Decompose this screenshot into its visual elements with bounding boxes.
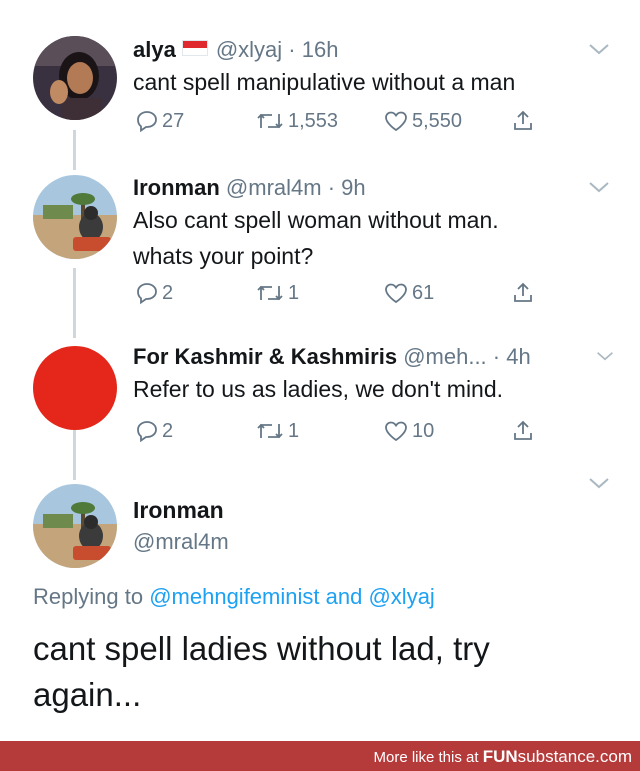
share-button[interactable] xyxy=(511,281,538,305)
retweet-count: 1 xyxy=(288,281,300,304)
tweet-text-line: whats your point? xyxy=(133,243,314,269)
display-name[interactable]: Ironman xyxy=(133,497,224,524)
replying-to: Replying to @mehngifeminist and @xlyaj xyxy=(33,584,435,610)
reply-icon xyxy=(137,111,157,133)
tweet-text-line: Refer to us as ladies, we don't mind. xyxy=(133,376,504,402)
chevron-down-icon[interactable] xyxy=(588,180,610,194)
tweet-text-line: Also cant spell woman without man. xyxy=(133,207,499,233)
share-icon xyxy=(514,110,532,130)
reply-icon xyxy=(137,421,157,443)
tweet-header: Ironman @mral4m · 9h xyxy=(133,175,366,201)
share-button[interactable] xyxy=(511,109,538,133)
indonesia-flag-icon xyxy=(181,40,208,56)
timestamp[interactable]: · 16h xyxy=(288,37,338,62)
retweet-icon xyxy=(257,285,283,301)
tweet-actions: 27 1,553 5,550 xyxy=(135,109,535,139)
display-name[interactable]: For Kashmir & Kashmiris xyxy=(133,344,397,369)
avatar[interactable] xyxy=(33,175,117,259)
chevron-down-icon[interactable] xyxy=(596,349,614,363)
mention-link[interactable]: @mehngifeminist xyxy=(149,584,319,609)
retweet-count: 1,553 xyxy=(288,109,339,132)
watermark-brand-rest: substance.com xyxy=(517,747,632,766)
retweet-button[interactable]: 1,553 xyxy=(255,109,338,133)
tweet-text: Also cant spell woman without man. whats… xyxy=(133,202,499,274)
timestamp[interactable]: · 9h xyxy=(328,175,366,200)
tweet-text-line: cant spell manipulative without a man xyxy=(133,69,516,95)
reply-icon xyxy=(137,283,157,305)
timestamp[interactable]: · 4h xyxy=(493,344,531,369)
tweet-header: alya @xlyaj · 16h xyxy=(133,37,338,63)
retweet-button[interactable]: 1 xyxy=(255,419,299,443)
retweet-icon xyxy=(257,113,283,129)
reply-count: 2 xyxy=(162,281,174,304)
tweet-text: Refer to us as ladies, we don't mind. xyxy=(133,371,503,407)
display-name[interactable]: alya xyxy=(133,37,176,62)
avatar[interactable] xyxy=(33,484,117,568)
watermark-brand: FUN xyxy=(482,747,518,766)
tweet-text: cant spell manipulative without a man xyxy=(133,64,515,100)
like-count: 61 xyxy=(412,281,435,304)
watermark-prefix: More like this at xyxy=(373,749,479,766)
user-handle[interactable]: @meh... xyxy=(403,344,486,369)
tweet-actions: 2 1 10 xyxy=(135,419,535,449)
avatar[interactable] xyxy=(33,36,117,120)
avatar[interactable] xyxy=(33,346,117,430)
tweet-text: cant spell ladies without lad, try again… xyxy=(33,630,490,713)
heart-icon xyxy=(385,111,407,132)
reply-count: 27 xyxy=(162,109,185,132)
share-button[interactable] xyxy=(511,419,538,443)
like-count: 5,550 xyxy=(412,109,463,132)
user-handle[interactable]: @xlyaj xyxy=(216,37,282,62)
like-count: 10 xyxy=(412,419,435,442)
thread-connector xyxy=(73,430,76,480)
retweet-button[interactable]: 1 xyxy=(255,281,299,305)
replying-and[interactable]: and xyxy=(326,584,363,609)
reply-button[interactable]: 27 xyxy=(135,109,184,133)
thread-connector xyxy=(73,268,76,338)
like-button[interactable]: 10 xyxy=(383,419,434,443)
retweet-count: 1 xyxy=(288,419,300,442)
replying-prefix: Replying to xyxy=(33,584,144,609)
heart-icon xyxy=(385,421,407,442)
retweet-icon xyxy=(257,423,283,439)
mention-link[interactable]: @xlyaj xyxy=(368,584,434,609)
chevron-down-icon[interactable] xyxy=(588,476,610,490)
reply-button[interactable]: 2 xyxy=(135,419,173,443)
reply-count: 2 xyxy=(162,419,174,442)
like-button[interactable]: 5,550 xyxy=(383,109,462,133)
share-icon xyxy=(514,420,532,440)
tweet-header: For Kashmir & Kashmiris @meh... · 4h xyxy=(133,344,531,370)
thread-connector xyxy=(73,130,76,170)
tweet-actions: 2 1 61 xyxy=(135,281,535,311)
display-name[interactable]: Ironman xyxy=(133,175,220,200)
user-handle[interactable]: @mral4m xyxy=(226,175,322,200)
reply-button[interactable]: 2 xyxy=(135,281,173,305)
watermark-bar: More like this at FUNsubstance.com xyxy=(0,741,640,771)
chevron-down-icon[interactable] xyxy=(588,42,610,56)
user-handle[interactable]: @mral4m xyxy=(133,529,229,555)
share-icon xyxy=(514,282,532,302)
heart-icon xyxy=(385,283,407,304)
like-button[interactable]: 61 xyxy=(383,281,434,305)
